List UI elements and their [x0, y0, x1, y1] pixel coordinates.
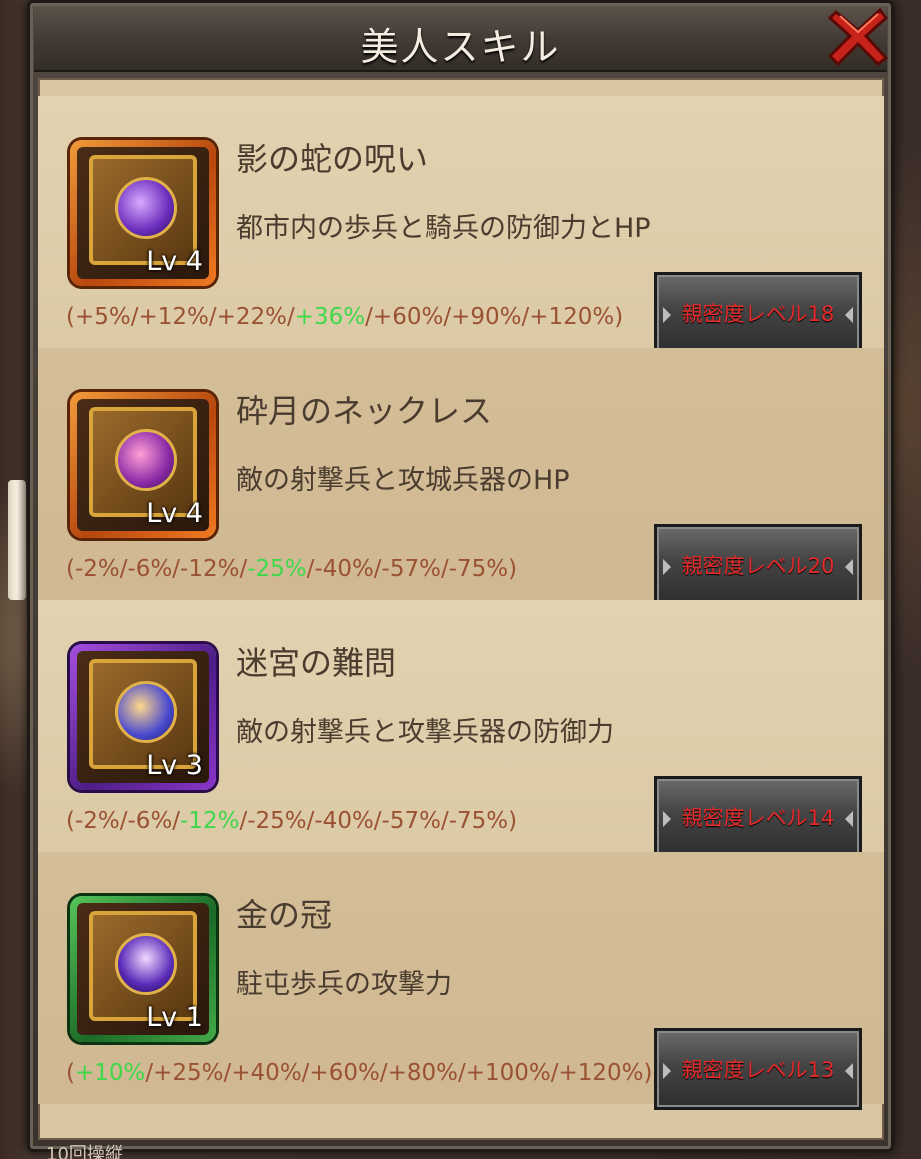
values-before: (	[66, 1060, 75, 1086]
close-icon	[827, 7, 889, 67]
skill-level: Lv 3	[146, 750, 203, 781]
skill-level: Lv 4	[146, 498, 203, 529]
values-current: -12%	[180, 808, 240, 834]
skill-row: Lv 4 砕月のネックレス 敵の射撃兵と攻城兵器のHP (-2%/-6%/-12…	[38, 348, 884, 606]
skill-icon-frame[interactable]: Lv 4	[70, 392, 216, 538]
skill-description: 敵の射撃兵と攻撃兵器の防御力	[236, 717, 614, 748]
intimacy-requirement-button[interactable]: 親密度レベル20	[654, 524, 862, 606]
candle-decoration	[8, 480, 26, 600]
snake-orb-icon	[115, 177, 177, 239]
skill-icon-frame[interactable]: Lv 1	[70, 896, 216, 1042]
skill-name: 迷宮の難問	[236, 644, 397, 682]
skill-name: 砕月のネックレス	[236, 392, 493, 430]
values-before: (-2%/-6%/	[66, 808, 181, 834]
values-after: /+25%/+40%/+60%/+80%/+100%/+120%)	[145, 1060, 653, 1086]
skill-values: (+5%/+12%/+22%/+36%/+60%/+90%/+120%)	[66, 304, 623, 330]
skill-description: 都市内の歩兵と騎兵の防御力とHP	[236, 213, 651, 244]
values-current: +36%	[294, 304, 366, 330]
intimacy-requirement-button[interactable]: 親密度レベル18	[654, 272, 862, 354]
values-after: /-40%/-57%/-75%)	[306, 556, 518, 582]
values-current: +10%	[74, 1060, 146, 1086]
values-after: /+60%/+90%/+120%)	[365, 304, 624, 330]
skill-level: Lv 4	[146, 246, 203, 277]
close-button[interactable]	[826, 6, 890, 68]
skill-icon-frame[interactable]: Lv 3	[70, 644, 216, 790]
skill-description: 駐屯歩兵の攻撃力	[236, 969, 452, 1000]
necklace-orb-icon	[115, 429, 177, 491]
values-before: (+5%/+12%/+22%/	[66, 304, 295, 330]
skill-values: (+10%/+25%/+40%/+60%/+80%/+100%/+120%)	[66, 1060, 652, 1086]
skill-name: 金の冠	[236, 896, 333, 934]
values-before: (-2%/-6%/-12%/	[66, 556, 248, 582]
skill-row: Lv 3 迷宮の難問 敵の射撃兵と攻撃兵器の防御力 (-2%/-6%/-12%/…	[38, 600, 884, 858]
skill-name: 影の蛇の呪い	[236, 140, 429, 178]
skill-row: Lv 1 金の冠 駐屯歩兵の攻撃力 (+10%/+25%/+40%/+60%/+…	[38, 852, 884, 1110]
cube-orb-icon	[115, 681, 177, 743]
skill-values: (-2%/-6%/-12%/-25%/-40%/-57%/-75%)	[66, 808, 517, 834]
intimacy-requirement-button[interactable]: 親密度レベル14	[654, 776, 862, 858]
values-after: /-25%/-40%/-57%/-75%)	[239, 808, 518, 834]
skill-values: (-2%/-6%/-12%/-25%/-40%/-57%/-75%)	[66, 556, 517, 582]
background-partial-text: 10回操縦	[46, 1144, 123, 1159]
values-current: -25%	[247, 556, 307, 582]
skill-row: Lv 4 影の蛇の呪い 都市内の歩兵と騎兵の防御力とHP (+5%/+12%/+…	[38, 96, 884, 354]
crown-orb-icon	[115, 933, 177, 995]
skill-description: 敵の射撃兵と攻城兵器のHP	[236, 465, 570, 496]
skill-level: Lv 1	[146, 1002, 203, 1033]
dialog-title: 美人スキル	[360, 25, 561, 69]
intimacy-requirement-button[interactable]: 親密度レベル13	[654, 1028, 862, 1110]
skill-icon-frame[interactable]: Lv 4	[70, 140, 216, 286]
